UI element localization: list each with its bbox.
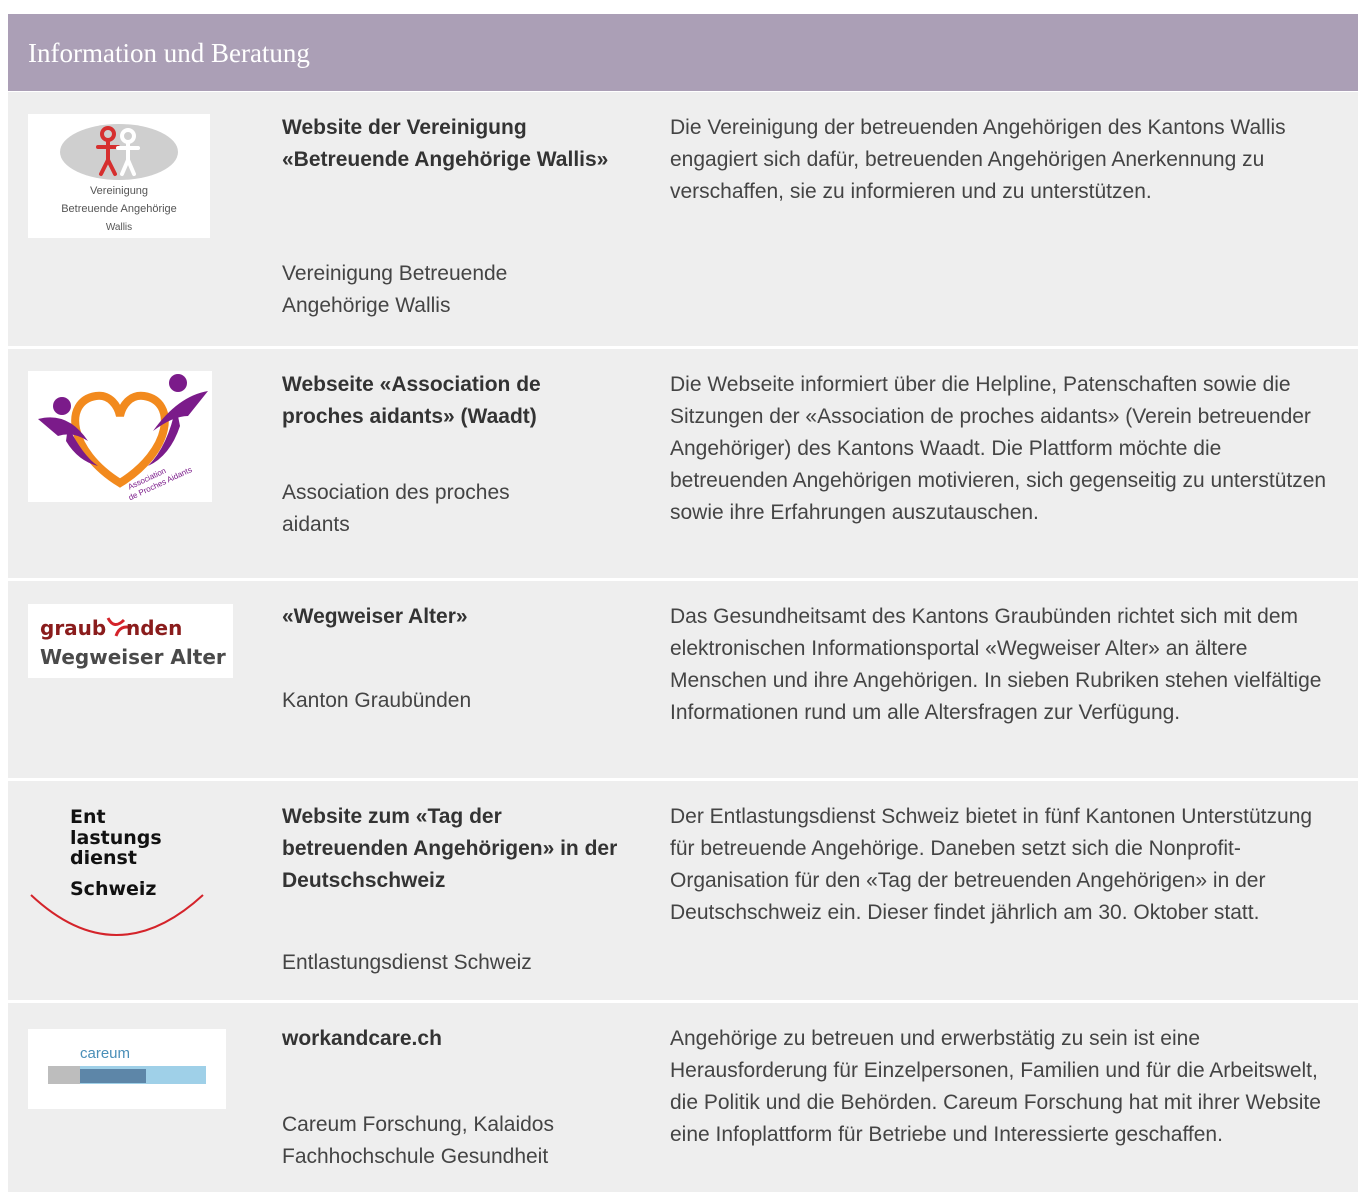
svg-text:Schweiz: Schweiz [70,878,156,900]
table-row: graub nden Wegweiser Alter «Wegweiser Al… [8,581,1358,781]
entry-title-link[interactable]: «Wegweiser Alter» [282,601,627,633]
entry-organization: Kanton Graubünden [282,689,472,712]
svg-text:careum: careum [80,1045,130,1062]
entry-organization: Entlastungsdienst Schweiz [282,951,532,974]
entry-info: Website der Vereinigung «Betreuende Ange… [282,112,627,332]
svg-text:graub: graub [40,616,106,640]
svg-text:lastungs: lastungs [70,827,162,849]
svg-text:dienst: dienst [70,847,137,869]
section-header: Information und Beratung [8,14,1358,92]
entry-description: Der Entlastungsdienst Schweiz bietet in … [670,805,1313,924]
careum-logo[interactable]: careum [28,1029,226,1109]
proches-aidants-logo[interactable]: Association de Proches Aidants [28,371,212,502]
entry-organization: Careum Forschung, Kalaidos Fachhochschul… [282,1113,554,1168]
table-row: Ent lastungs dienst Schweiz Website zum … [8,781,1358,1003]
entry-description: Die Webseite informiert über die Helplin… [670,373,1327,524]
entry-title-link[interactable]: Website zum «Tag der betreuenden Angehör… [282,801,627,897]
entry-description: Die Vereinigung der betreuenden Angehöri… [670,116,1286,203]
svg-text:Wallis: Wallis [106,222,132,233]
caregiver-figures-icon: Vereinigung Betreuende Angehörige Wallis [60,124,178,233]
svg-text:nden: nden [126,616,182,640]
heart-figures-icon: Association de Proches Aidants [38,374,208,502]
entlastungsdienst-arc-icon: Ent lastungs dienst Schweiz [30,806,204,936]
section-title: Information und Beratung [28,38,310,68]
table-row: Vereinigung Betreuende Angehörige Wallis… [8,92,1358,349]
graubuenden-wordmark-icon: graub nden Wegweiser Alter [40,616,226,669]
careum-bar-icon: careum [48,1045,206,1084]
table-row: careum workandcare.ch Careum Forschung, … [8,1003,1358,1193]
entry-title-link[interactable]: workandcare.ch [282,1023,627,1055]
entry-title-link[interactable]: Website der Vereinigung «Betreuende Ange… [282,112,627,176]
entry-title-link[interactable]: Webseite «Association de proches aidants… [282,369,627,433]
entry-info: Webseite «Association de proches aidants… [282,369,627,569]
entry-info: workandcare.ch Careum Forschung, Kalaido… [282,1023,627,1183]
wegweiser-alter-logo[interactable]: graub nden Wegweiser Alter [28,604,233,678]
table-row: Association de Proches Aidants Webseite … [8,349,1358,581]
svg-text:Ent: Ent [70,806,106,828]
entry-organization: Association des proches aidants [282,481,510,536]
entry-description: Das Gesundheitsamt des Kantons Graubünde… [670,605,1322,724]
entry-organization: Vereinigung Betreuende Angehörige Wallis [282,262,508,317]
entry-info: «Wegweiser Alter» Kanton Graubünden [282,601,627,761]
info-table: Information und Beratung Vereinigung Bet… [8,14,1358,1192]
svg-text:Vereinigung: Vereinigung [90,185,148,197]
entlastungsdienst-logo[interactable]: Ent lastungs dienst Schweiz [28,803,208,938]
entry-info: Website zum «Tag der betreuenden Angehör… [282,801,627,991]
entry-description: Angehörige zu betreuen und erwerbstätig … [670,1027,1321,1146]
svg-text:Wegweiser Alter: Wegweiser Alter [40,645,226,669]
svg-text:Betreuende Angehörige: Betreuende Angehörige [61,203,177,215]
vereinigung-logo[interactable]: Vereinigung Betreuende Angehörige Wallis [28,114,210,238]
